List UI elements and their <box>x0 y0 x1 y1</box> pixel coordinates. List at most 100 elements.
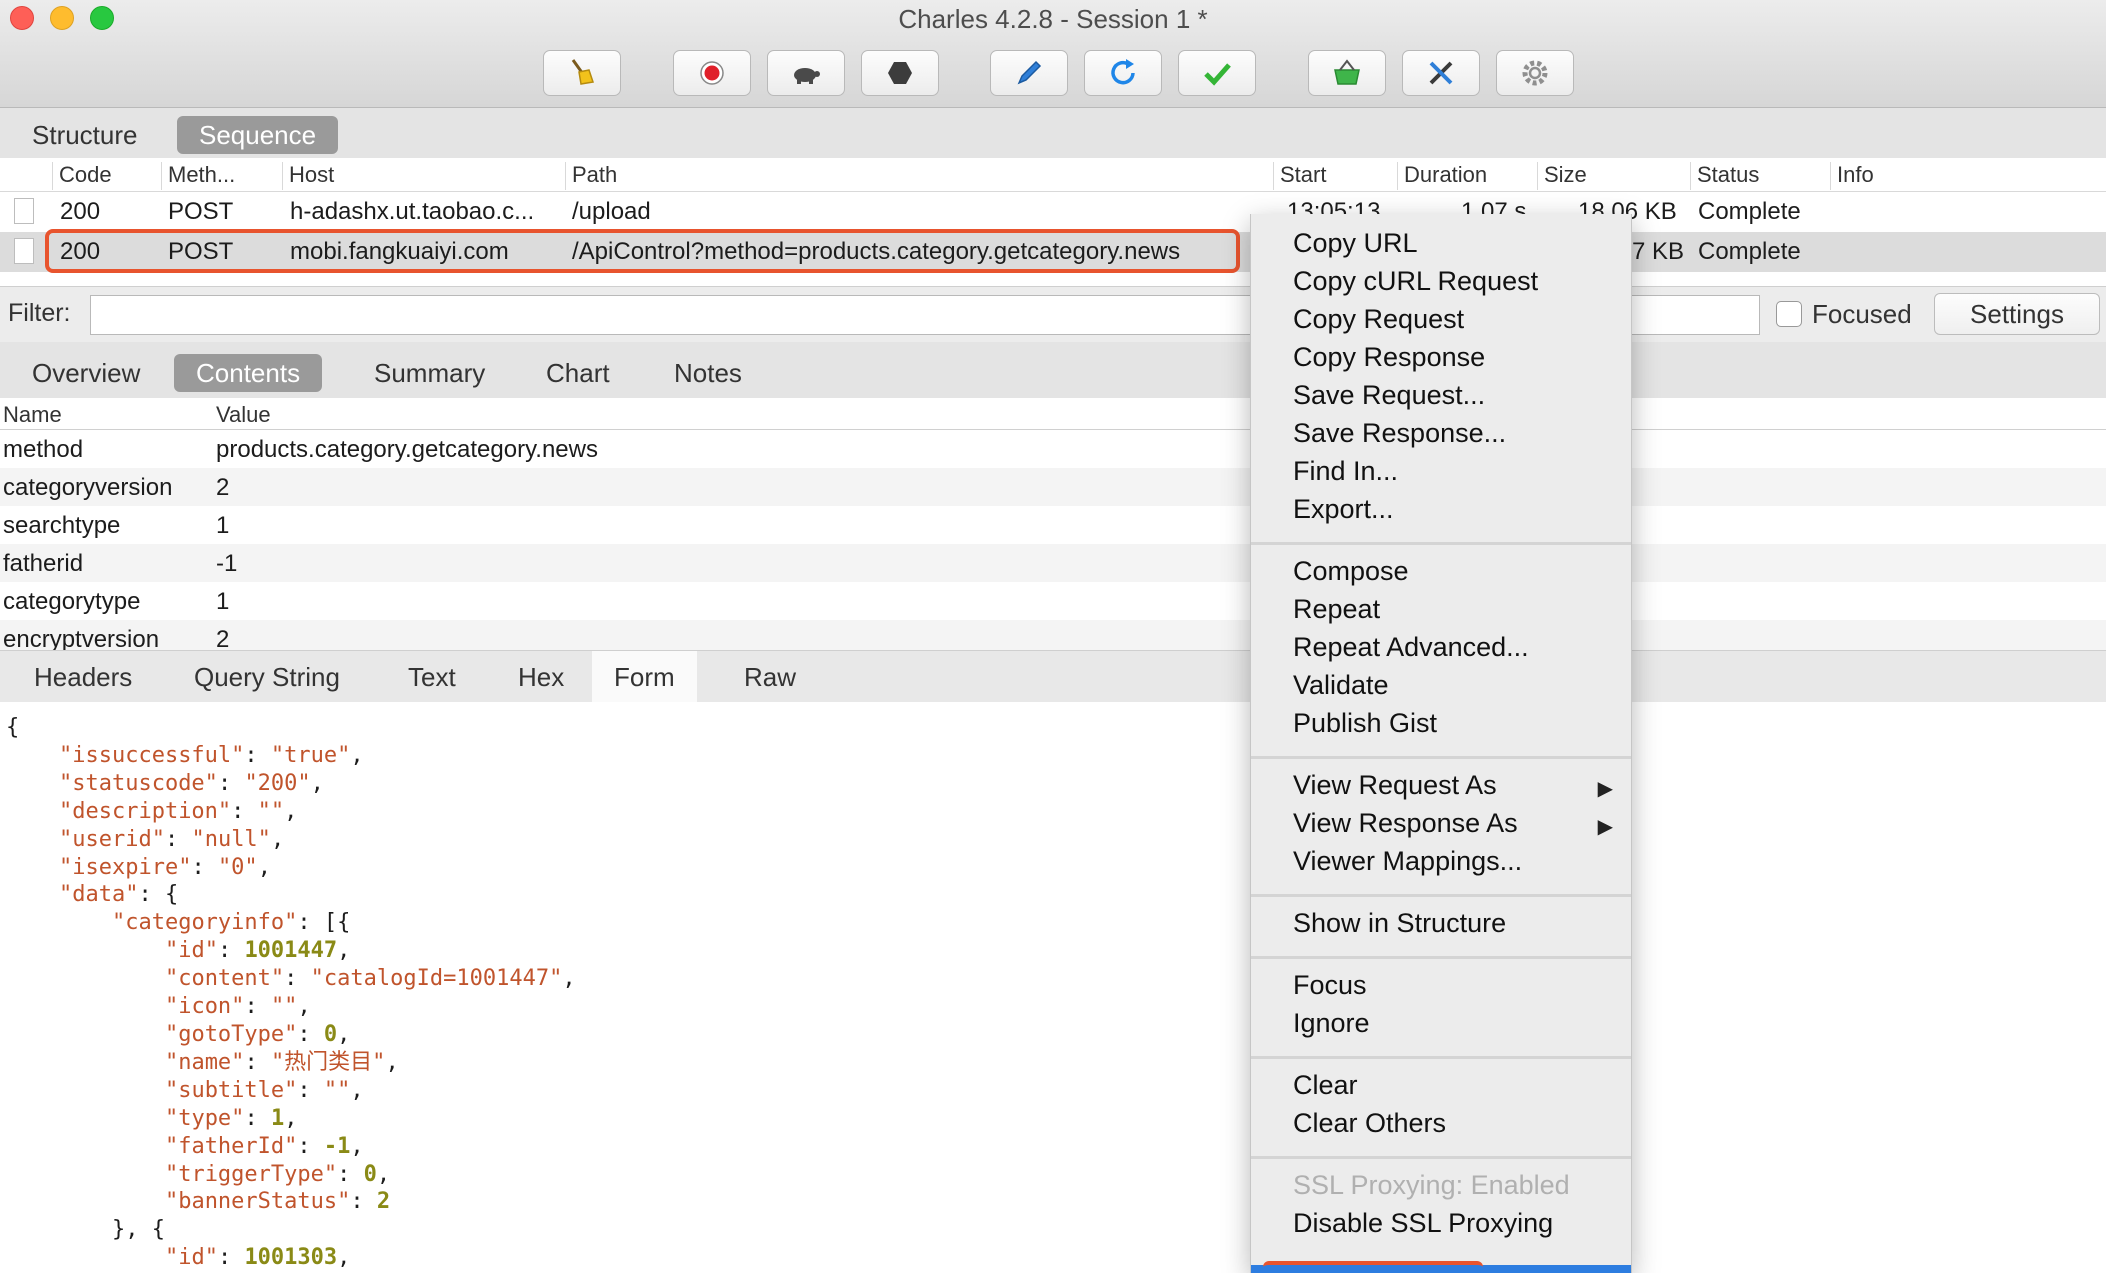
compose-button[interactable] <box>990 50 1068 96</box>
compose-pen-icon <box>1017 60 1042 85</box>
focused-checkbox[interactable] <box>1776 301 1802 327</box>
json-line: "type": 1, <box>164 1105 298 1131</box>
menu-item-repeat-advanced[interactable]: Repeat Advanced... <box>1293 632 1529 663</box>
row-status: Complete <box>1698 238 1801 265</box>
column-header-path[interactable]: Path <box>565 162 617 190</box>
menu-item-ssl-proxying-enabled: SSL Proxying: Enabled <box>1293 1170 1570 1200</box>
json-response-body[interactable]: { "issuccessful": "true", "statuscode": … <box>0 702 1250 1273</box>
tab-headers[interactable]: Headers <box>12 651 154 703</box>
tab-notes[interactable]: Notes <box>652 354 764 392</box>
menu-item-validate[interactable]: Validate <box>1293 670 1389 701</box>
menu-item-show-in-structure[interactable]: Show in Structure <box>1293 908 1506 939</box>
menu-item-save-response[interactable]: Save Response... <box>1293 418 1506 449</box>
table-row[interactable]: fatherid -1 <box>0 544 2106 582</box>
filter-settings-button[interactable]: Settings <box>1934 293 2100 335</box>
json-line: "isexpire": "0", <box>58 854 271 880</box>
table-row[interactable]: categoryversion 2 <box>0 468 2106 506</box>
clear-session-button[interactable] <box>543 50 621 96</box>
tab-hex[interactable]: Hex <box>496 651 586 703</box>
param-value: products.category.getcategory.news <box>216 436 598 463</box>
breakpoints-button[interactable] <box>861 50 939 96</box>
tools-icon <box>1429 61 1453 85</box>
table-row[interactable]: searchtype 1 <box>0 506 2106 544</box>
menu-item-copy-request[interactable]: Copy Request <box>1293 304 1464 335</box>
menu-item-copy-response[interactable]: Copy Response <box>1293 342 1485 373</box>
throttle-button[interactable] <box>767 50 845 96</box>
menu-item-repeat[interactable]: Repeat <box>1293 594 1380 625</box>
tab-sequence[interactable]: Sequence <box>177 116 339 154</box>
params-table: Name Value method products.category.getc… <box>0 398 2106 650</box>
tab-text[interactable]: Text <box>386 651 478 703</box>
column-header-value[interactable]: Value <box>216 402 271 428</box>
menu-item-clear[interactable]: Clear <box>1293 1070 1358 1101</box>
menu-item-clear-others[interactable]: Clear Others <box>1293 1108 1446 1139</box>
json-line: { <box>6 715 20 740</box>
column-header-name[interactable]: Name <box>3 402 62 428</box>
tab-structure[interactable]: Structure <box>10 116 160 154</box>
param-value: 1 <box>216 588 230 615</box>
param-name: fatherid <box>3 550 84 577</box>
menu-item-compose[interactable]: Compose <box>1293 556 1409 587</box>
table-row[interactable]: categorytype 1 <box>0 582 2106 620</box>
selected-row-highlight <box>45 229 1240 273</box>
tab-chart[interactable]: Chart <box>524 354 632 392</box>
menu-item-find-in[interactable]: Find In... <box>1293 456 1398 487</box>
json-line: "gotoType": 0, <box>164 1021 351 1047</box>
validate-check-icon <box>1204 63 1231 86</box>
repeat-button[interactable] <box>1084 50 1162 96</box>
validate-button[interactable] <box>1178 50 1256 96</box>
focused-label: Focused <box>1812 299 1912 329</box>
table-row[interactable]: method products.category.getcategory.new… <box>0 430 2106 468</box>
filter-label: Filter: <box>8 299 71 327</box>
tools-button[interactable] <box>1402 50 1480 96</box>
column-header-code[interactable]: Code <box>52 162 112 190</box>
menu-item-save-request[interactable]: Save Request... <box>1293 380 1485 411</box>
column-header-duration[interactable]: Duration <box>1397 162 1487 190</box>
tab-raw[interactable]: Raw <box>722 651 818 703</box>
basket-button[interactable] <box>1308 50 1386 96</box>
tab-summary[interactable]: Summary <box>352 354 507 392</box>
param-value: -1 <box>216 550 238 577</box>
param-value: 1 <box>216 512 230 539</box>
settings-gear-icon <box>1522 60 1548 86</box>
menu-item-highlight-box <box>1263 1261 1483 1269</box>
menu-item-viewer-mappings[interactable]: Viewer Mappings... <box>1293 846 1522 877</box>
menu-separator <box>1251 756 1631 759</box>
menu-item-view-response-as[interactable]: View Response As <box>1293 808 1518 839</box>
tab-query-string[interactable]: Query String <box>172 651 362 703</box>
column-header-status[interactable]: Status <box>1690 162 1759 190</box>
tab-overview[interactable]: Overview <box>10 354 162 392</box>
column-header-info[interactable]: Info <box>1830 162 1874 190</box>
menu-item-publish-gist[interactable]: Publish Gist <box>1293 708 1437 739</box>
json-line: "id": 1001447, <box>164 938 351 964</box>
menu-item-disable-ssl-proxying[interactable]: Disable SSL Proxying <box>1293 1208 1553 1239</box>
submenu-arrow-icon: ▶ <box>1597 778 1613 800</box>
menu-item-ignore[interactable]: Ignore <box>1293 1008 1370 1039</box>
tab-form[interactable]: Form <box>592 651 697 703</box>
column-header-method[interactable]: Meth... <box>161 162 235 190</box>
row-status: Complete <box>1698 198 1801 225</box>
menu-item-copy-url[interactable]: Copy URL <box>1293 228 1418 259</box>
json-line: "content": "catalogId=1001447", <box>164 966 576 992</box>
json-line: "fatherId": -1, <box>164 1133 364 1159</box>
json-line: "icon": "", <box>164 994 311 1020</box>
menu-item-export[interactable]: Export... <box>1293 494 1394 525</box>
menu-item-view-request-as[interactable]: View Request As <box>1293 770 1497 801</box>
menu-separator <box>1251 894 1631 897</box>
json-line: }, { <box>6 1217 165 1243</box>
submenu-arrow-icon: ▶ <box>1597 816 1613 838</box>
menu-item-copy-curl-request[interactable]: Copy cURL Request <box>1293 266 1538 297</box>
column-header-host[interactable]: Host <box>282 162 334 190</box>
column-header-size[interactable]: Size <box>1537 162 1587 190</box>
record-button[interactable] <box>673 50 751 96</box>
row-method: POST <box>168 198 234 225</box>
json-line: "data": { <box>58 882 179 908</box>
tab-contents[interactable]: Contents <box>174 354 323 392</box>
param-name: categoryversion <box>3 474 173 501</box>
settings-button[interactable] <box>1496 50 1574 96</box>
table-row[interactable]: 200 POST h-adashx.ut.taobao.c... /upload… <box>0 192 2106 232</box>
column-header-start[interactable]: Start <box>1273 162 1326 190</box>
request-table-header: Code Meth... Host Path Start Duration Si… <box>0 158 2106 192</box>
menu-item-focus[interactable]: Focus <box>1293 970 1367 1001</box>
table-row[interactable]: encryptversion 2 <box>0 620 2106 650</box>
